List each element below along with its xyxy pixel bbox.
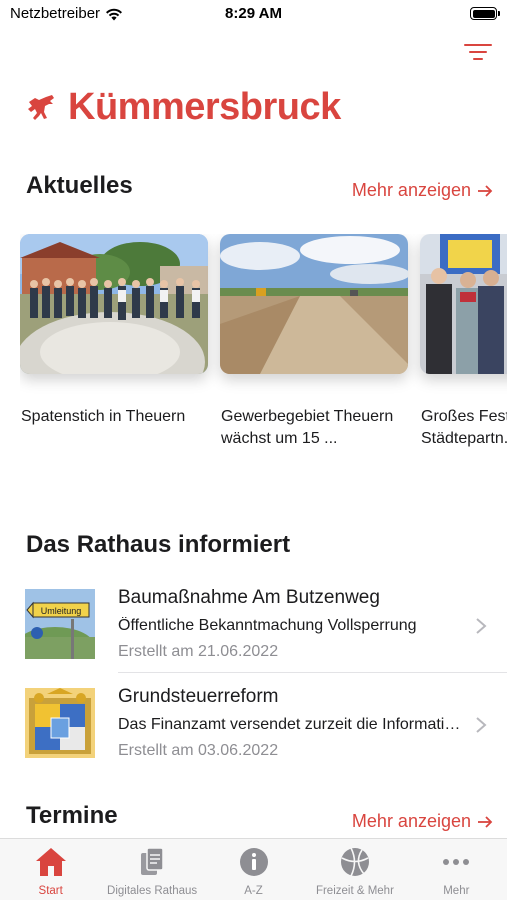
clock: 8:29 AM (225, 5, 282, 22)
announcement-thumbnail (25, 688, 95, 758)
announcement-subtitle: Öffentliche Bekanntmachung Vollsperrung (118, 617, 417, 634)
termine-heading: Termine (26, 802, 118, 829)
news-card-title: Spatenstich in Theuern (21, 408, 186, 425)
aktuelles-heading: Aktuelles (26, 172, 133, 199)
chevron-right-icon (476, 717, 487, 733)
tab-a-z[interactable]: A-Z (203, 839, 304, 900)
news-card-image (420, 234, 507, 374)
announcement-title: Baumaßnahme Am Butzenweg (118, 587, 380, 608)
info-icon (237, 845, 271, 879)
news-card-title: Gewerbegebiet Theuern wächst um 15 ... (221, 408, 394, 447)
aktuelles-more-link[interactable]: Mehr anzeigen (352, 180, 493, 201)
status-bar: Netzbetreiber 8:29 AM (0, 0, 507, 30)
tab-bar: Start Digitales Rathaus A-Z Freizeit & M… (0, 838, 507, 900)
announcement-item[interactable]: Grundsteuerreform Das Finanzamt versende… (0, 686, 507, 784)
home-icon (34, 845, 68, 879)
filter-icon (464, 44, 492, 60)
announcement-thumbnail: Umleitung (25, 589, 95, 659)
news-card[interactable]: Spatenstich in Theuern (20, 234, 208, 428)
news-card-image (220, 234, 408, 374)
announcement-date: Erstellt am 21.06.2022 (118, 643, 279, 660)
battery-icon (470, 7, 500, 20)
news-card-image (20, 234, 208, 374)
filter-button[interactable] (463, 40, 493, 64)
more-icon (439, 845, 473, 879)
tab-label: Digitales Rathaus (107, 885, 198, 897)
announcement-subtitle: Das Finanzamt versendet zurzeit die Info… (118, 716, 463, 733)
thumbnail-sign-text: Umleitung (41, 606, 82, 616)
app-title: Kümmersbruck (68, 86, 341, 128)
documents-icon (135, 845, 169, 879)
tab-freizeit[interactable]: Freizeit & Mehr (304, 839, 405, 900)
more-link-label: Mehr anzeigen (351, 180, 471, 200)
news-card[interactable]: Gewerbegebiet Theuern wächst um 15 ... (220, 234, 408, 450)
arrow-right-icon (478, 184, 493, 197)
news-carousel[interactable]: Spatenstich in Theuern Gewerbegebiet The… (20, 234, 507, 484)
news-card[interactable]: Großes Fest Städtepartn... (420, 234, 507, 450)
tab-label: Mehr (443, 885, 470, 897)
tab-label: A-Z (244, 885, 263, 897)
app-header: Kümmersbruck (26, 86, 341, 129)
ball-icon (338, 845, 372, 879)
termine-more-link[interactable]: Mehr anzeigen (352, 811, 493, 832)
announcement-date: Erstellt am 03.06.2022 (118, 742, 279, 759)
tab-label: Freizeit & Mehr (315, 885, 394, 897)
horse-logo (28, 94, 54, 120)
tab-digitales-rathaus[interactable]: Digitales Rathaus (101, 839, 202, 900)
tab-mehr[interactable]: Mehr (406, 839, 507, 900)
tab-start[interactable]: Start (0, 839, 101, 900)
announcement-title: Grundsteuerreform (118, 686, 279, 707)
rathaus-heading: Das Rathaus informiert (26, 531, 291, 558)
news-card-title: Großes Fest Städtepartn... (421, 408, 507, 447)
tab-label: Start (38, 885, 63, 897)
more-link-label: Mehr anzeigen (351, 811, 471, 831)
chevron-right-icon (476, 618, 487, 634)
announcement-item[interactable]: Umleitung Baumaßnahme Am Butzenweg Öffen… (0, 587, 507, 685)
arrow-right-icon (478, 815, 493, 828)
list-divider (118, 672, 507, 673)
